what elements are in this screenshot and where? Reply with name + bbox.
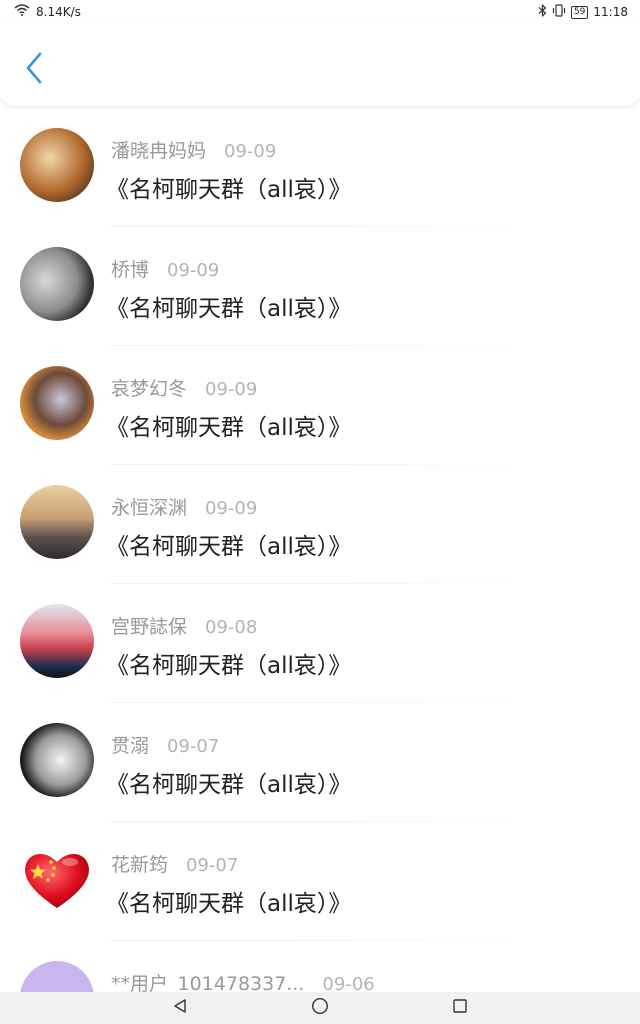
wifi-icon <box>14 4 30 19</box>
avatar[interactable] <box>20 485 94 559</box>
status-bar: 8.14K/s 59 11:18 <box>0 0 640 24</box>
item-date: 09-07 <box>167 736 220 757</box>
item-date: 09-09 <box>205 379 258 400</box>
user-name[interactable]: 桥博 <box>111 255 149 282</box>
message-text: 《名柯聊天群（all哀）》 <box>106 177 352 203</box>
bluetooth-icon <box>538 3 547 20</box>
list-item[interactable]: 永恒深渊 09-09 《名柯聊天群（all哀）》 <box>0 465 640 584</box>
user-name[interactable]: **用户_101478337... <box>111 969 304 992</box>
list-item[interactable]: 宫野誌保 09-08 《名柯聊天群（all哀）》 <box>0 584 640 703</box>
message-text: 《名柯聊天群（all哀）》 <box>106 415 352 441</box>
network-speed: 8.14K/s <box>36 4 81 19</box>
heart-flag-icon <box>25 853 89 908</box>
status-time: 11:18 <box>593 5 628 19</box>
user-name[interactable]: 贯溺 <box>111 731 149 758</box>
item-date: 09-09 <box>205 498 258 519</box>
list-item[interactable]: 潘晓冉妈妈 09-09 《名柯聊天群（all哀）》 <box>0 108 640 227</box>
chevron-left-icon <box>24 51 44 89</box>
list-item[interactable]: 桥博 09-09 《名柯聊天群（all哀）》 <box>0 227 640 346</box>
name-line: 宫野誌保 09-08 <box>111 612 257 639</box>
user-name[interactable]: 花新筠 <box>111 850 168 877</box>
list-item[interactable]: 花新筠 09-07 《名柯聊天群（all哀）》 <box>0 822 640 941</box>
message-list: 潘晓冉妈妈 09-09 《名柯聊天群（all哀）》 桥博 09-09 《名柯聊天… <box>0 108 640 992</box>
home-circle-icon <box>311 997 329 1019</box>
avatar[interactable] <box>20 842 94 916</box>
avatar[interactable] <box>20 366 94 440</box>
nav-home-button[interactable] <box>310 997 330 1019</box>
name-line: 花新筠 09-07 <box>111 850 238 877</box>
message-text: 《名柯聊天群（all哀）》 <box>106 891 352 917</box>
message-text: 《名柯聊天群（all哀）》 <box>106 296 352 322</box>
avatar[interactable] <box>20 961 94 992</box>
recents-square-icon <box>452 998 468 1018</box>
name-line: 永恒深渊 09-09 <box>111 493 257 520</box>
nav-recents-button[interactable] <box>450 998 470 1018</box>
item-date: 09-06 <box>322 974 375 992</box>
list-item[interactable]: **用户_101478337... 09-06 <box>0 941 640 992</box>
user-name[interactable]: 宫野誌保 <box>111 612 187 639</box>
avatar[interactable] <box>20 604 94 678</box>
item-date: 09-09 <box>224 141 277 162</box>
user-name[interactable]: 永恒深渊 <box>111 493 187 520</box>
vibrate-icon <box>552 4 566 20</box>
name-line: 桥博 09-09 <box>111 255 219 282</box>
name-line: 哀梦幻冬 09-09 <box>111 374 257 401</box>
avatar[interactable] <box>20 128 94 202</box>
status-right: 59 11:18 <box>538 3 628 20</box>
nav-back-button[interactable] <box>170 998 190 1018</box>
avatar[interactable] <box>20 247 94 321</box>
avatar[interactable] <box>20 723 94 797</box>
user-name[interactable]: 哀梦幻冬 <box>111 374 187 401</box>
screen: 8.14K/s 59 11:18 潘晓冉妈妈 09-09 《名柯聊天群（all哀… <box>0 0 640 1024</box>
header-bar <box>0 24 640 106</box>
list-item[interactable]: 贯溺 09-07 《名柯聊天群（all哀）》 <box>0 703 640 822</box>
name-line: 贯溺 09-07 <box>111 731 219 758</box>
status-left: 8.14K/s <box>14 4 81 19</box>
list-item[interactable]: 哀梦幻冬 09-09 《名柯聊天群（all哀）》 <box>0 346 640 465</box>
battery-icon: 59 <box>570 5 589 19</box>
message-text: 《名柯聊天群（all哀）》 <box>106 772 352 798</box>
user-name[interactable]: 潘晓冉妈妈 <box>111 136 206 163</box>
message-text: 《名柯聊天群（all哀）》 <box>106 534 352 560</box>
back-triangle-icon <box>172 998 188 1018</box>
message-text: 《名柯聊天群（all哀）》 <box>106 653 352 679</box>
item-date: 09-08 <box>205 617 258 638</box>
back-button[interactable] <box>18 50 50 90</box>
name-line: **用户_101478337... 09-06 <box>111 969 375 992</box>
system-nav-bar <box>0 992 640 1024</box>
name-line: 潘晓冉妈妈 09-09 <box>111 136 276 163</box>
item-date: 09-07 <box>186 855 239 876</box>
item-date: 09-09 <box>167 260 220 281</box>
